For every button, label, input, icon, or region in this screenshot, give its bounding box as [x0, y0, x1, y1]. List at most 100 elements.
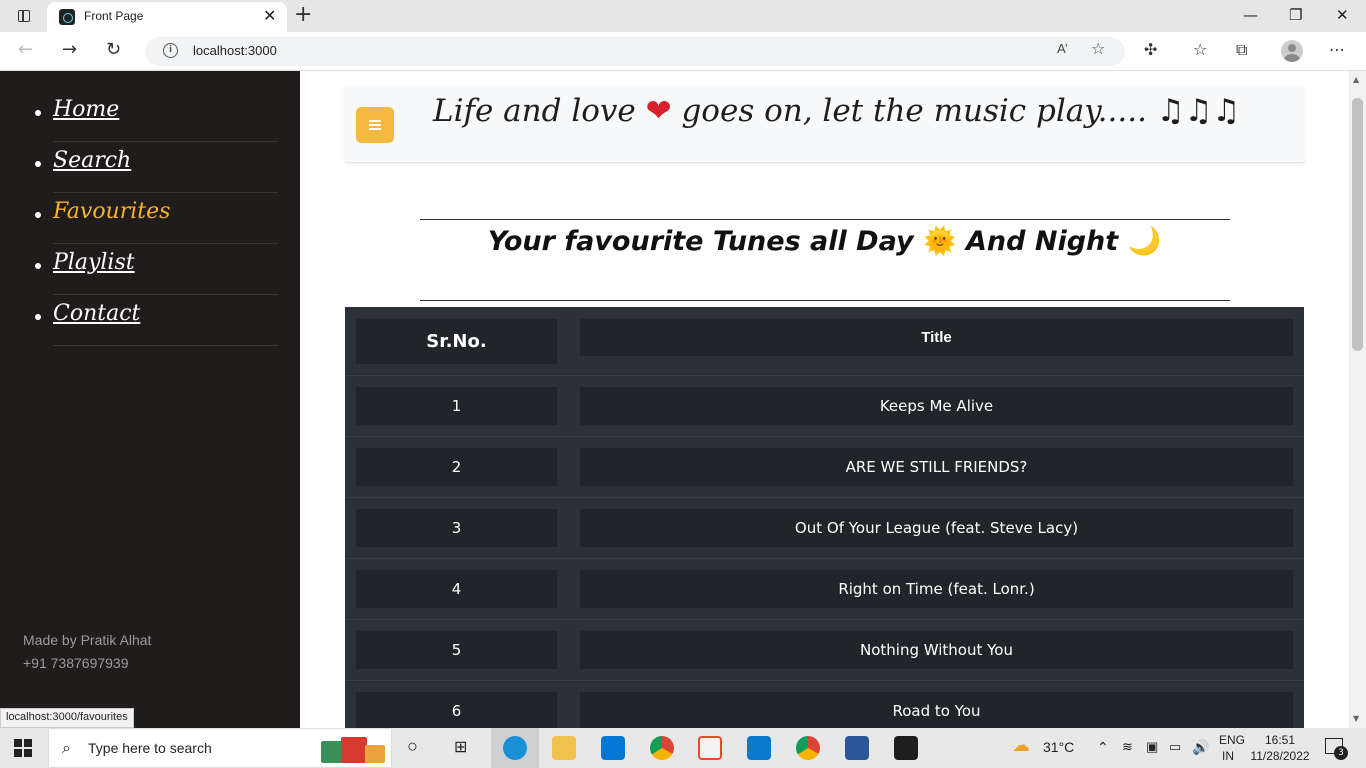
- link-status-bar: localhost:3000/favourites: [0, 708, 134, 728]
- heading-mid: And Night: [956, 226, 1128, 257]
- collections-icon[interactable]: ⧉: [1236, 40, 1247, 60]
- ubuntu-app-icon[interactable]: [698, 736, 722, 760]
- search-icon: ⌕: [62, 738, 71, 757]
- page-heading: Your favourite Tunes all Day 🌞 And Night…: [300, 225, 1349, 257]
- address-bar-row: ← → ↻ i localhost:3000 A’ ☆ ✣ ☆ ⧉ ⋯: [0, 32, 1366, 71]
- store-icon[interactable]: [601, 736, 625, 760]
- sidebar-link-favourites[interactable]: Favourites: [53, 199, 170, 224]
- row-sr-no: 2: [356, 448, 557, 486]
- sidebar-item-playlist: Playlist: [35, 244, 278, 295]
- clock-date: 11/28/2022: [1250, 749, 1310, 763]
- browser-tab[interactable]: Front Page ✕: [47, 2, 287, 32]
- header-sr-no: Sr.No.: [356, 319, 557, 364]
- sidebar-link-contact[interactable]: Contact: [53, 301, 140, 326]
- sidebar-item-search: Search: [35, 142, 278, 193]
- windows-start-icon[interactable]: [14, 739, 32, 757]
- word-icon[interactable]: [845, 736, 869, 760]
- header-title: Title: [580, 319, 1293, 356]
- new-tab-button[interactable]: +: [294, 3, 312, 27]
- sidebar-link-playlist[interactable]: Playlist: [53, 250, 135, 275]
- page-tagline: Life and love ❤ goes on, let the music p…: [433, 93, 1240, 129]
- sidebar: Home Search Favourites Playlist Contact …: [0, 71, 300, 728]
- profile-avatar[interactable]: [1281, 40, 1303, 62]
- row-title[interactable]: Nothing Without You: [580, 631, 1293, 669]
- favorite-star-icon[interactable]: ☆: [1091, 39, 1105, 58]
- task-view-icon[interactable]: ⊞: [454, 737, 467, 757]
- more-menu-icon[interactable]: ⋯: [1329, 40, 1345, 60]
- read-aloud-icon[interactable]: A’: [1057, 41, 1068, 56]
- row-sr-no: 3: [356, 509, 557, 547]
- minimize-button[interactable]: —: [1243, 6, 1258, 24]
- restore-button[interactable]: ❐: [1289, 6, 1302, 24]
- table-row[interactable]: 1 Keeps Me Alive: [345, 376, 1304, 437]
- lang-code: ENG: [1219, 733, 1246, 747]
- scrollbar-thumb[interactable]: [1352, 98, 1363, 351]
- taskbar-search[interactable]: ⌕ Type here to search: [48, 728, 392, 768]
- url-field[interactable]: i localhost:3000 A’ ☆: [145, 37, 1125, 66]
- vertical-scrollbar[interactable]: ▲ ▼: [1349, 71, 1366, 728]
- row-sr-no: 5: [356, 631, 557, 669]
- sun-icon: 🌞: [922, 226, 957, 257]
- network-icon[interactable]: ≋: [1122, 739, 1133, 755]
- notification-center-icon[interactable]: 3: [1325, 738, 1348, 760]
- vscode-icon[interactable]: [747, 736, 771, 760]
- sidebar-link-home[interactable]: Home: [53, 97, 119, 122]
- scroll-up-icon[interactable]: ▲: [1353, 75, 1359, 84]
- forward-icon[interactable]: →: [62, 39, 77, 61]
- show-hidden-icons[interactable]: ⌃: [1097, 739, 1109, 756]
- clock[interactable]: 16:51 11/28/2022: [1248, 732, 1312, 764]
- row-sr-no: 4: [356, 570, 557, 608]
- chrome-profile-icon[interactable]: [796, 736, 820, 760]
- scroll-down-icon[interactable]: ▼: [1353, 714, 1359, 723]
- table-row[interactable]: 4 Right on Time (feat. Lonr.): [345, 559, 1304, 620]
- close-window-button[interactable]: ✕: [1336, 6, 1349, 24]
- row-title[interactable]: Road to You: [580, 692, 1293, 728]
- start-pane: [24, 739, 32, 747]
- site-info-icon[interactable]: i: [163, 43, 178, 58]
- language-indicator[interactable]: ENG IN: [1219, 732, 1245, 764]
- tagline-end: goes on, let the music play.....: [671, 93, 1157, 129]
- table-row[interactable]: 6 Road to You: [345, 681, 1304, 728]
- volume-icon[interactable]: 🔊: [1192, 739, 1209, 756]
- lang-region: IN: [1222, 749, 1234, 763]
- gift-box: [321, 741, 343, 763]
- favorites-icon[interactable]: ☆: [1193, 40, 1207, 60]
- tab-actions-icon: [18, 10, 30, 22]
- file-explorer-icon[interactable]: [552, 736, 576, 760]
- sidebar-link-search[interactable]: Search: [53, 148, 131, 173]
- cortana-icon[interactable]: ○: [407, 736, 418, 757]
- battery-icon[interactable]: ▭: [1169, 739, 1181, 755]
- hamburger-icon-bar: [369, 124, 381, 126]
- url-text[interactable]: localhost:3000: [193, 43, 277, 58]
- heading-start: Your favourite Tunes all Day: [487, 226, 923, 257]
- react-favicon-icon: [59, 9, 75, 25]
- terminal-icon[interactable]: [894, 736, 918, 760]
- gift-box: [341, 737, 367, 763]
- weather-icon[interactable]: ☁: [1012, 735, 1030, 756]
- tab-close-icon[interactable]: ✕: [263, 7, 276, 25]
- favourites-table: Sr.No. Title 1 Keeps Me Alive 2 ARE WE S…: [345, 307, 1304, 728]
- tab-actions-button[interactable]: [8, 6, 38, 26]
- start-pane: [14, 739, 22, 747]
- table-header-row: Sr.No. Title: [345, 307, 1304, 376]
- edge-app-icon[interactable]: [491, 728, 539, 768]
- row-title[interactable]: ARE WE STILL FRIENDS?: [580, 448, 1293, 486]
- refresh-icon[interactable]: ↻: [106, 39, 121, 61]
- table-row[interactable]: 5 Nothing Without You: [345, 620, 1304, 681]
- meet-now-icon[interactable]: ▣: [1146, 739, 1158, 755]
- row-title[interactable]: Out Of Your League (feat. Steve Lacy): [580, 509, 1293, 547]
- row-title[interactable]: Right on Time (feat. Lonr.): [580, 570, 1293, 608]
- back-icon[interactable]: ←: [18, 39, 33, 61]
- menu-toggle-button[interactable]: [356, 107, 394, 143]
- row-sr-no: 1: [356, 387, 557, 425]
- taskbar-search-placeholder[interactable]: Type here to search: [88, 740, 212, 756]
- extensions-icon[interactable]: ✣: [1144, 40, 1157, 60]
- table-row[interactable]: 3 Out Of Your League (feat. Steve Lacy): [345, 498, 1304, 559]
- chrome-icon[interactable]: [650, 736, 674, 760]
- row-sr-no: 6: [356, 692, 557, 728]
- start-pane: [24, 749, 32, 757]
- credits: Made by Pratik Alhat +91 7387697939: [23, 629, 151, 675]
- row-title[interactable]: Keeps Me Alive: [580, 387, 1293, 425]
- table-row[interactable]: 2 ARE WE STILL FRIENDS?: [345, 437, 1304, 498]
- weather-temp[interactable]: 31°C: [1043, 739, 1074, 755]
